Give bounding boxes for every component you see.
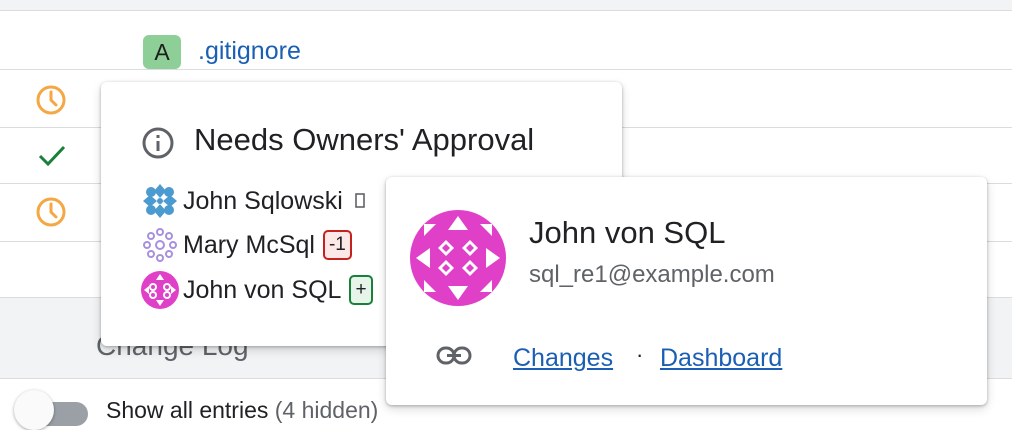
show-all-text: Show all entries [106, 397, 269, 423]
owner-item[interactable]: John von SQL + [141, 270, 373, 310]
dashboard-link[interactable]: Dashboard [660, 344, 782, 373]
clock-icon [36, 85, 66, 115]
changes-link[interactable]: Changes [513, 344, 613, 373]
show-all-toggle-knob[interactable] [14, 390, 54, 430]
avatar [410, 210, 506, 306]
avatar [141, 182, 179, 220]
link-icon [436, 346, 472, 365]
approval-title: Needs Owners' Approval [194, 122, 535, 157]
user-email: sql_re1@example.com [529, 261, 775, 288]
check-icon [38, 145, 66, 167]
copy-icon[interactable] [355, 193, 367, 209]
user-name: John von SQL [529, 215, 726, 250]
user-hovercard: John von SQL sql_re1@example.com Changes… [386, 177, 987, 405]
file-link[interactable]: .gitignore [198, 35, 301, 67]
show-all-entries-label: Show all entries (4 hidden) [106, 397, 378, 424]
table-row-gitignore: A .gitignore [0, 11, 1012, 70]
hidden-count: (4 hidden) [274, 397, 379, 423]
table-header-strip [0, 0, 1012, 11]
clock-icon [36, 197, 66, 227]
vote-badge: + [349, 275, 373, 305]
owner-item[interactable]: Mary McSql -1 [141, 225, 352, 265]
avatar [141, 271, 179, 309]
owner-name: John von SQL [183, 275, 342, 304]
avatar [141, 226, 179, 264]
link-separator: · [636, 342, 644, 367]
owner-name: John Sqlowski [183, 186, 343, 215]
info-icon [142, 127, 174, 159]
vote-badge: -1 [322, 230, 352, 260]
owner-name: Mary McSql [183, 230, 315, 259]
file-status-badge: A [143, 35, 181, 69]
owner-item[interactable]: John Sqlowski [141, 181, 367, 221]
